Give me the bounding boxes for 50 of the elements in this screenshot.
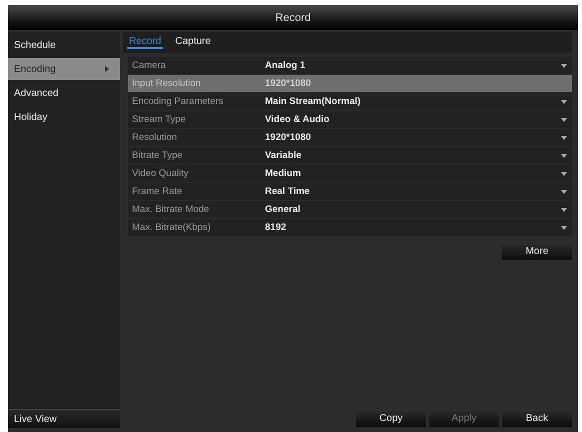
setting-value: 1920*1080 bbox=[265, 132, 312, 143]
setting-row[interactable]: Stream Type Video & Audio bbox=[128, 111, 572, 128]
sidebar-item[interactable]: Advanced bbox=[8, 82, 120, 104]
sidebar-item[interactable]: Schedule bbox=[8, 34, 120, 56]
setting-label: Frame Rate bbox=[131, 186, 184, 197]
caret-icon bbox=[561, 172, 567, 176]
caret-icon bbox=[561, 154, 567, 158]
setting-label: Max. Bitrate Mode bbox=[131, 204, 210, 215]
caret-icon bbox=[561, 208, 567, 212]
setting-label: Video Quality bbox=[131, 168, 190, 179]
setting-row[interactable]: Resolution 1920*1080 bbox=[128, 129, 572, 146]
setting-value: 8192 bbox=[265, 222, 288, 233]
setting-value: Medium bbox=[265, 168, 302, 179]
sidebar-item[interactable]: Encoding bbox=[8, 58, 120, 80]
setting-row[interactable]: Video Quality Medium bbox=[128, 165, 572, 182]
setting-label: Input Resolution bbox=[131, 78, 202, 89]
setting-label: Resolution bbox=[131, 132, 178, 143]
setting-label: Encoding Parameters bbox=[131, 96, 224, 107]
setting-row[interactable]: Max. Bitrate(Kbps) 8192 bbox=[128, 219, 572, 236]
setting-row[interactable]: Max. Bitrate Mode General bbox=[128, 201, 572, 218]
setting-label: Camera bbox=[131, 60, 167, 71]
setting-label: Max. Bitrate(Kbps) bbox=[131, 222, 212, 233]
tab[interactable]: Capture bbox=[173, 36, 213, 49]
setting-row[interactable]: Bitrate Type Variable bbox=[128, 147, 572, 164]
caret-icon bbox=[561, 64, 567, 68]
action-button[interactable]: Back bbox=[502, 409, 572, 427]
setting-row[interactable]: Encoding Parameters Main Stream(Normal) bbox=[128, 93, 572, 110]
caret-icon bbox=[561, 136, 567, 140]
live-view-button[interactable]: Live View bbox=[8, 409, 120, 428]
setting-value: Main Stream(Normal) bbox=[265, 96, 362, 107]
setting-value: Real Time bbox=[265, 186, 311, 197]
setting-value: Variable bbox=[265, 150, 302, 161]
caret-icon bbox=[561, 190, 567, 194]
tab[interactable]: Record bbox=[127, 36, 164, 49]
setting-row[interactable]: Frame Rate Real Time bbox=[128, 183, 572, 200]
setting-label: Bitrate Type bbox=[131, 150, 184, 161]
setting-label: Stream Type bbox=[131, 114, 187, 125]
setting-value: General bbox=[265, 204, 302, 215]
setting-value: Analog 1 bbox=[265, 60, 306, 71]
caret-icon bbox=[105, 66, 109, 72]
caret-icon bbox=[561, 226, 567, 230]
window-title: Record bbox=[8, 5, 578, 30]
more-button[interactable]: More bbox=[502, 242, 572, 260]
caret-icon bbox=[561, 100, 567, 104]
setting-value: 1920*1080 bbox=[265, 78, 312, 89]
action-button[interactable]: Copy bbox=[356, 409, 426, 427]
setting-value: Video & Audio bbox=[265, 114, 330, 125]
caret-icon bbox=[561, 118, 567, 122]
setting-row[interactable]: Camera Analog 1 bbox=[128, 57, 572, 74]
sidebar-item[interactable]: Holiday bbox=[8, 106, 120, 128]
